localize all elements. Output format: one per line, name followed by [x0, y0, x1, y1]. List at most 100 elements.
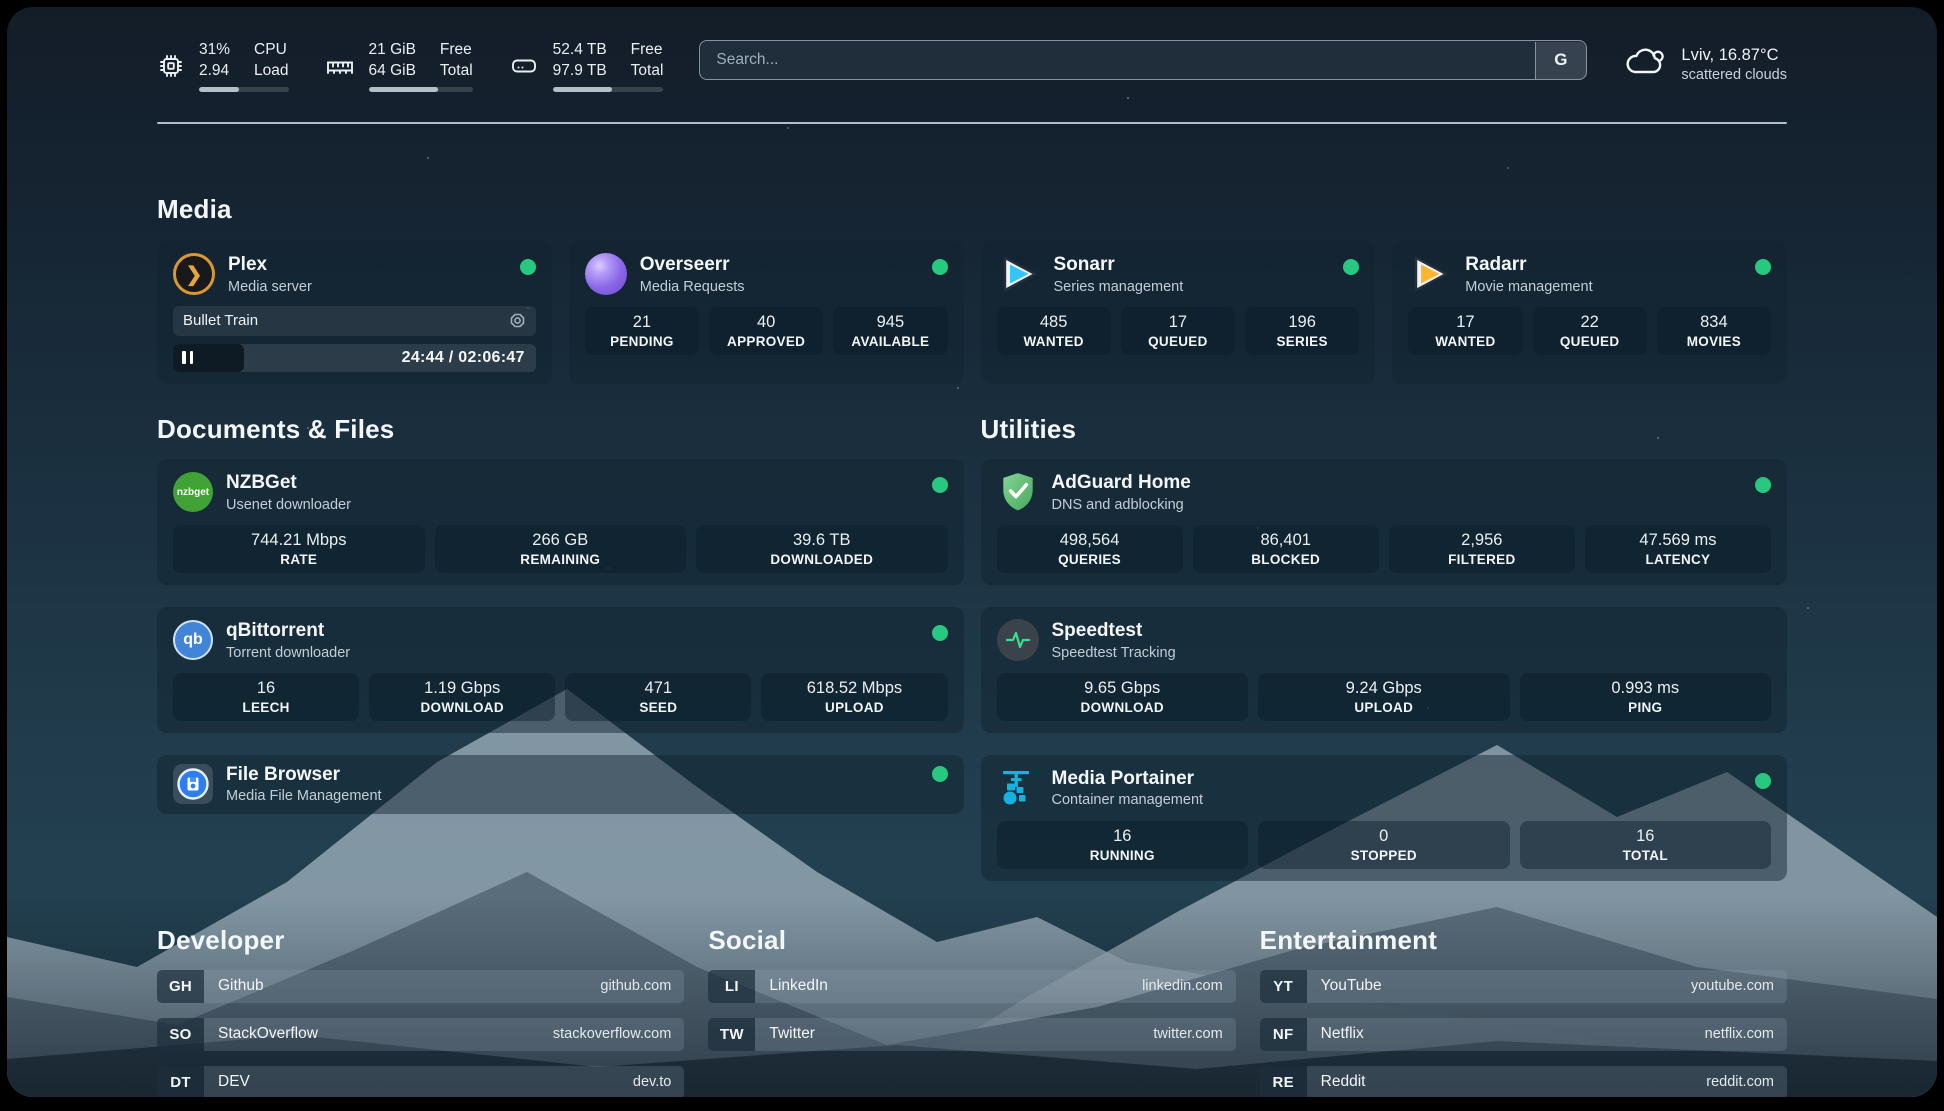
nzbget-logo: nzbget [173, 472, 213, 512]
stat-value: 86,401 [1260, 531, 1310, 550]
stat-box: 485 WANTED [997, 307, 1111, 355]
playback-played-segment [173, 344, 244, 372]
stat-box: 2,956 FILTERED [1389, 525, 1575, 573]
section-title-media: Media [157, 194, 1787, 225]
adguard-card[interactable]: AdGuard Home DNS and adblocking 498,564 … [981, 459, 1788, 585]
bookmark-link[interactable]: SO StackOverflow stackoverflow.com [157, 1018, 684, 1051]
stat-box: 945 AVAILABLE [833, 307, 947, 355]
cpu-progress-fill [199, 87, 239, 92]
search-engine-button[interactable]: G [1535, 42, 1586, 79]
app-desc: Usenet downloader [226, 496, 351, 514]
stat-label: QUERIES [1058, 552, 1121, 567]
bookmark-name: Github [218, 977, 264, 995]
plex-card[interactable]: ❯ Plex Media server Bullet Train [157, 241, 552, 384]
app-name: Media Portainer [1052, 767, 1204, 791]
playback-progress-bar[interactable]: 24:44 / 02:06:47 [173, 344, 536, 372]
bookmark-abbrev-badge: LI [708, 970, 755, 1003]
bookmark-link[interactable]: LI LinkedIn linkedin.com [708, 970, 1235, 1003]
pause-icon[interactable] [182, 351, 193, 364]
nzbget-card[interactable]: nzbget NZBGet Usenet downloader 744.21 M… [157, 459, 964, 585]
filebrowser-card[interactable]: File Browser Media File Management [157, 755, 964, 814]
bookmark-link[interactable]: GH Github github.com [157, 970, 684, 1003]
radarr-card[interactable]: Radarr Movie management 17 WANTED 22 QUE… [1392, 241, 1787, 384]
disk-free-value: 52.4 TB [553, 40, 607, 60]
status-dot [1755, 773, 1771, 789]
sonarr-stats: 485 WANTED 17 QUEUED 196 SERIES [997, 307, 1360, 355]
radarr-stats: 17 WANTED 22 QUEUED 834 MOVIES [1408, 307, 1771, 355]
cpu-load-label: Load [254, 61, 288, 81]
plex-logo: ❯ [173, 253, 215, 295]
stat-value: 21 [633, 313, 651, 332]
qbittorrent-stats: 16 LEECH 1.19 Gbps DOWNLOAD 471 SEED 618… [173, 673, 948, 721]
stat-label: QUEUED [1560, 334, 1620, 349]
sonarr-card[interactable]: Sonarr Series management 485 WANTED 17 Q… [981, 241, 1376, 384]
stat-box: 17 QUEUED [1121, 307, 1235, 355]
stat-value: 17 [1169, 313, 1187, 332]
bookmark-link[interactable]: RE Reddit reddit.com [1260, 1066, 1787, 1098]
stat-box: 16 LEECH [173, 673, 359, 721]
speedtest-card[interactable]: Speedtest Speedtest Tracking 9.65 Gbps D… [981, 607, 1788, 733]
stat-label: BLOCKED [1251, 552, 1320, 567]
app-desc: Media Requests [640, 278, 745, 296]
qbittorrent-card[interactable]: qb qBittorrent Torrent downloader 16 LEE… [157, 607, 964, 733]
portainer-card[interactable]: Media Portainer Container management 16 … [981, 755, 1788, 881]
bookmark-abbrev-badge: YT [1260, 970, 1307, 1003]
disk-total-label: Total [631, 61, 664, 81]
gear-icon[interactable] [509, 312, 526, 329]
section-title-entertainment: Entertainment [1260, 925, 1787, 956]
app-name: File Browser [226, 763, 382, 787]
app-name: NZBGet [226, 471, 351, 495]
bookmark-name: YouTube [1321, 977, 1382, 995]
stat-label: UPLOAD [825, 700, 884, 715]
stat-label: STOPPED [1351, 848, 1417, 863]
stat-label: LEECH [242, 700, 289, 715]
bookmark-link[interactable]: NF Netflix netflix.com [1260, 1018, 1787, 1051]
stat-box: 21 PENDING [585, 307, 699, 355]
search-input[interactable] [699, 40, 1587, 80]
developer-links: GH Github github.com SO StackOverflow st… [157, 970, 684, 1098]
cpu-load-value: 2.94 [199, 61, 230, 81]
overseerr-card[interactable]: Overseerr Media Requests 21 PENDING 40 A… [569, 241, 964, 384]
bookmark-link[interactable]: YT YouTube youtube.com [1260, 970, 1787, 1003]
overseerr-logo [585, 253, 627, 295]
stat-box: 744.21 Mbps RATE [173, 525, 425, 573]
memory-total-label: Total [440, 61, 473, 81]
stat-box: 9.24 Gbps UPLOAD [1258, 673, 1510, 721]
section-title-social: Social [708, 925, 1235, 956]
stat-value: 9.65 Gbps [1084, 679, 1160, 698]
bookmark-abbrev-badge: NF [1260, 1018, 1307, 1051]
app-name: Radarr [1465, 253, 1592, 277]
stat-label: SERIES [1276, 334, 1327, 349]
section-title-utilities: Utilities [981, 414, 1788, 445]
stat-label: SEED [639, 700, 677, 715]
entertainment-section: Entertainment YT YouTube youtube.com NF … [1260, 925, 1787, 1098]
status-dot [1755, 259, 1771, 275]
app-name: Sonarr [1054, 253, 1184, 277]
documents-column: Documents & Files nzbget NZBGet Usenet d… [157, 414, 964, 814]
stat-label: PENDING [610, 334, 674, 349]
stat-box: 1.19 Gbps DOWNLOAD [369, 673, 555, 721]
disk-free-label: Free [631, 40, 664, 60]
bookmark-abbrev-badge: DT [157, 1066, 204, 1098]
bookmark-name: LinkedIn [769, 977, 828, 995]
cpu-usage-label: CPU [254, 40, 288, 60]
bookmark-url: reddit.com [1706, 1074, 1774, 1090]
bookmark-name: Netflix [1321, 1025, 1364, 1043]
app-desc: Torrent downloader [226, 644, 350, 662]
app-desc: Media File Management [226, 787, 382, 805]
stat-value: 744.21 Mbps [251, 531, 346, 550]
stat-box: 22 QUEUED [1533, 307, 1647, 355]
app-desc: DNS and adblocking [1052, 496, 1191, 514]
bookmark-link[interactable]: DT DEV dev.to [157, 1066, 684, 1098]
stat-value: 9.24 Gbps [1346, 679, 1422, 698]
stat-box: 471 SEED [565, 673, 751, 721]
stat-box: 266 GB REMAINING [435, 525, 687, 573]
weather-location-temp: Lviv, 16.87°C [1681, 44, 1787, 66]
status-dot [520, 259, 536, 275]
bookmark-url: github.com [600, 978, 671, 994]
bookmark-link[interactable]: TW Twitter twitter.com [708, 1018, 1235, 1051]
stat-box: 16 TOTAL [1520, 821, 1772, 869]
stat-value: 471 [645, 679, 673, 698]
stat-label: QUEUED [1148, 334, 1208, 349]
disk-total-value: 97.9 TB [553, 61, 607, 81]
